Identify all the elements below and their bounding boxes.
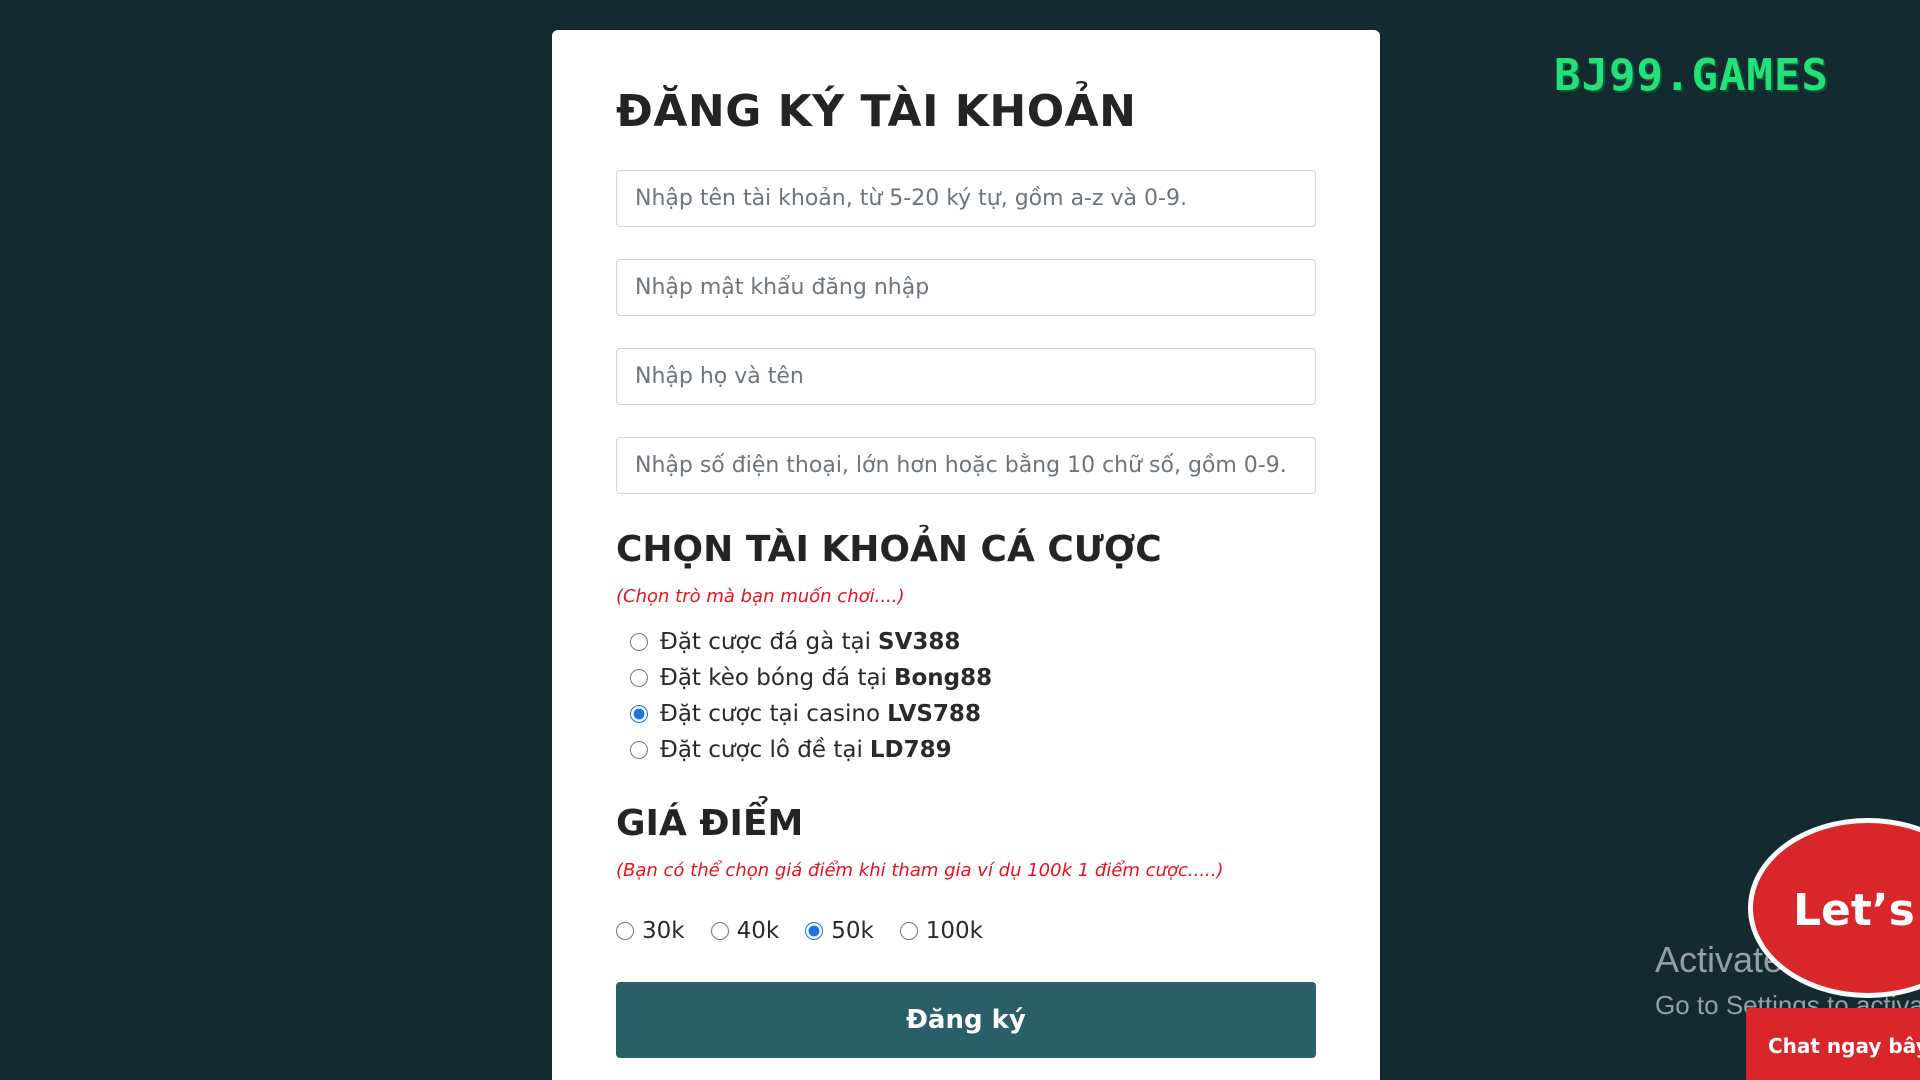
phone-input[interactable] [616, 437, 1316, 494]
account-option-brand: SV388 [878, 629, 961, 655]
price-section-hint: (Bạn có thể chọn giá điểm khi tham gia v… [616, 860, 1224, 881]
account-option-brand: LVS788 [887, 701, 981, 727]
price-radio-100k[interactable] [899, 922, 918, 940]
register-button[interactable]: Đăng ký [616, 982, 1316, 1058]
price-section-title: GIÁ ĐIỂM [616, 803, 804, 844]
account-option-text: Đặt cược lô đề tại [660, 737, 863, 763]
account-radio-bong88[interactable] [630, 669, 648, 687]
price-radio-group: 30k 40k 50k 100k [616, 918, 1316, 944]
registration-card: ĐĂNG KÝ TÀI KHOẢN CHỌN TÀI KHOẢN CÁ CƯỢC… [552, 30, 1380, 1080]
account-option-bong88[interactable]: Đặt kèo bóng đá tại Bong88 [616, 660, 1316, 696]
price-radio-30k[interactable] [616, 922, 634, 940]
price-radio-50k[interactable] [805, 922, 824, 940]
account-radio-list: Đặt cược đá gà tại SV388 Đặt kèo bóng đá… [616, 624, 1316, 768]
account-option-sv388[interactable]: Đặt cược đá gà tại SV388 [616, 624, 1316, 660]
price-option-40k[interactable]: 40k [710, 918, 780, 944]
chat-tab-label: Chat ngay bây g [1768, 1034, 1920, 1058]
brand-logo[interactable]: BJ99.GAMES [1554, 54, 1829, 98]
page-title: ĐĂNG KÝ TÀI KHOẢN [616, 86, 1137, 137]
price-option-label: 30k [642, 918, 685, 944]
account-option-text: Đặt cược tại casino [660, 701, 881, 727]
price-option-30k[interactable]: 30k [616, 918, 685, 944]
password-input[interactable] [616, 259, 1316, 316]
price-option-label: 100k [925, 918, 984, 944]
account-option-brand: LD789 [869, 737, 952, 763]
account-option-text: Đặt kèo bóng đá tại [660, 665, 887, 691]
chat-bubble-text: Let’s t [1793, 885, 1920, 936]
fullname-input[interactable] [616, 348, 1316, 405]
account-radio-ld789[interactable] [630, 741, 648, 759]
account-option-lvs788[interactable]: Đặt cược tại casino LVS788 [616, 696, 1316, 732]
account-section-title: CHỌN TÀI KHOẢN CÁ CƯỢC [616, 529, 1162, 570]
account-option-ld789[interactable]: Đặt cược lô đề tại LD789 [616, 732, 1316, 768]
account-option-brand: Bong88 [893, 665, 993, 691]
price-option-100k[interactable]: 100k [899, 918, 984, 944]
account-radio-sv388[interactable] [630, 633, 648, 651]
account-radio-lvs788[interactable] [630, 705, 648, 723]
chat-now-tab[interactable]: Chat ngay bây g [1746, 1008, 1920, 1080]
account-option-text: Đặt cược đá gà tại [660, 629, 872, 655]
registration-page: ĐĂNG KÝ TÀI KHOẢN CHỌN TÀI KHOẢN CÁ CƯỢC… [0, 0, 1920, 1080]
username-input[interactable] [616, 170, 1316, 227]
account-section-hint: (Chọn trò mà bạn muốn chơi....) [616, 586, 905, 607]
price-option-label: 50k [831, 918, 874, 944]
price-radio-40k[interactable] [710, 922, 729, 940]
price-option-label: 40k [736, 918, 780, 944]
price-option-50k[interactable]: 50k [805, 918, 874, 944]
